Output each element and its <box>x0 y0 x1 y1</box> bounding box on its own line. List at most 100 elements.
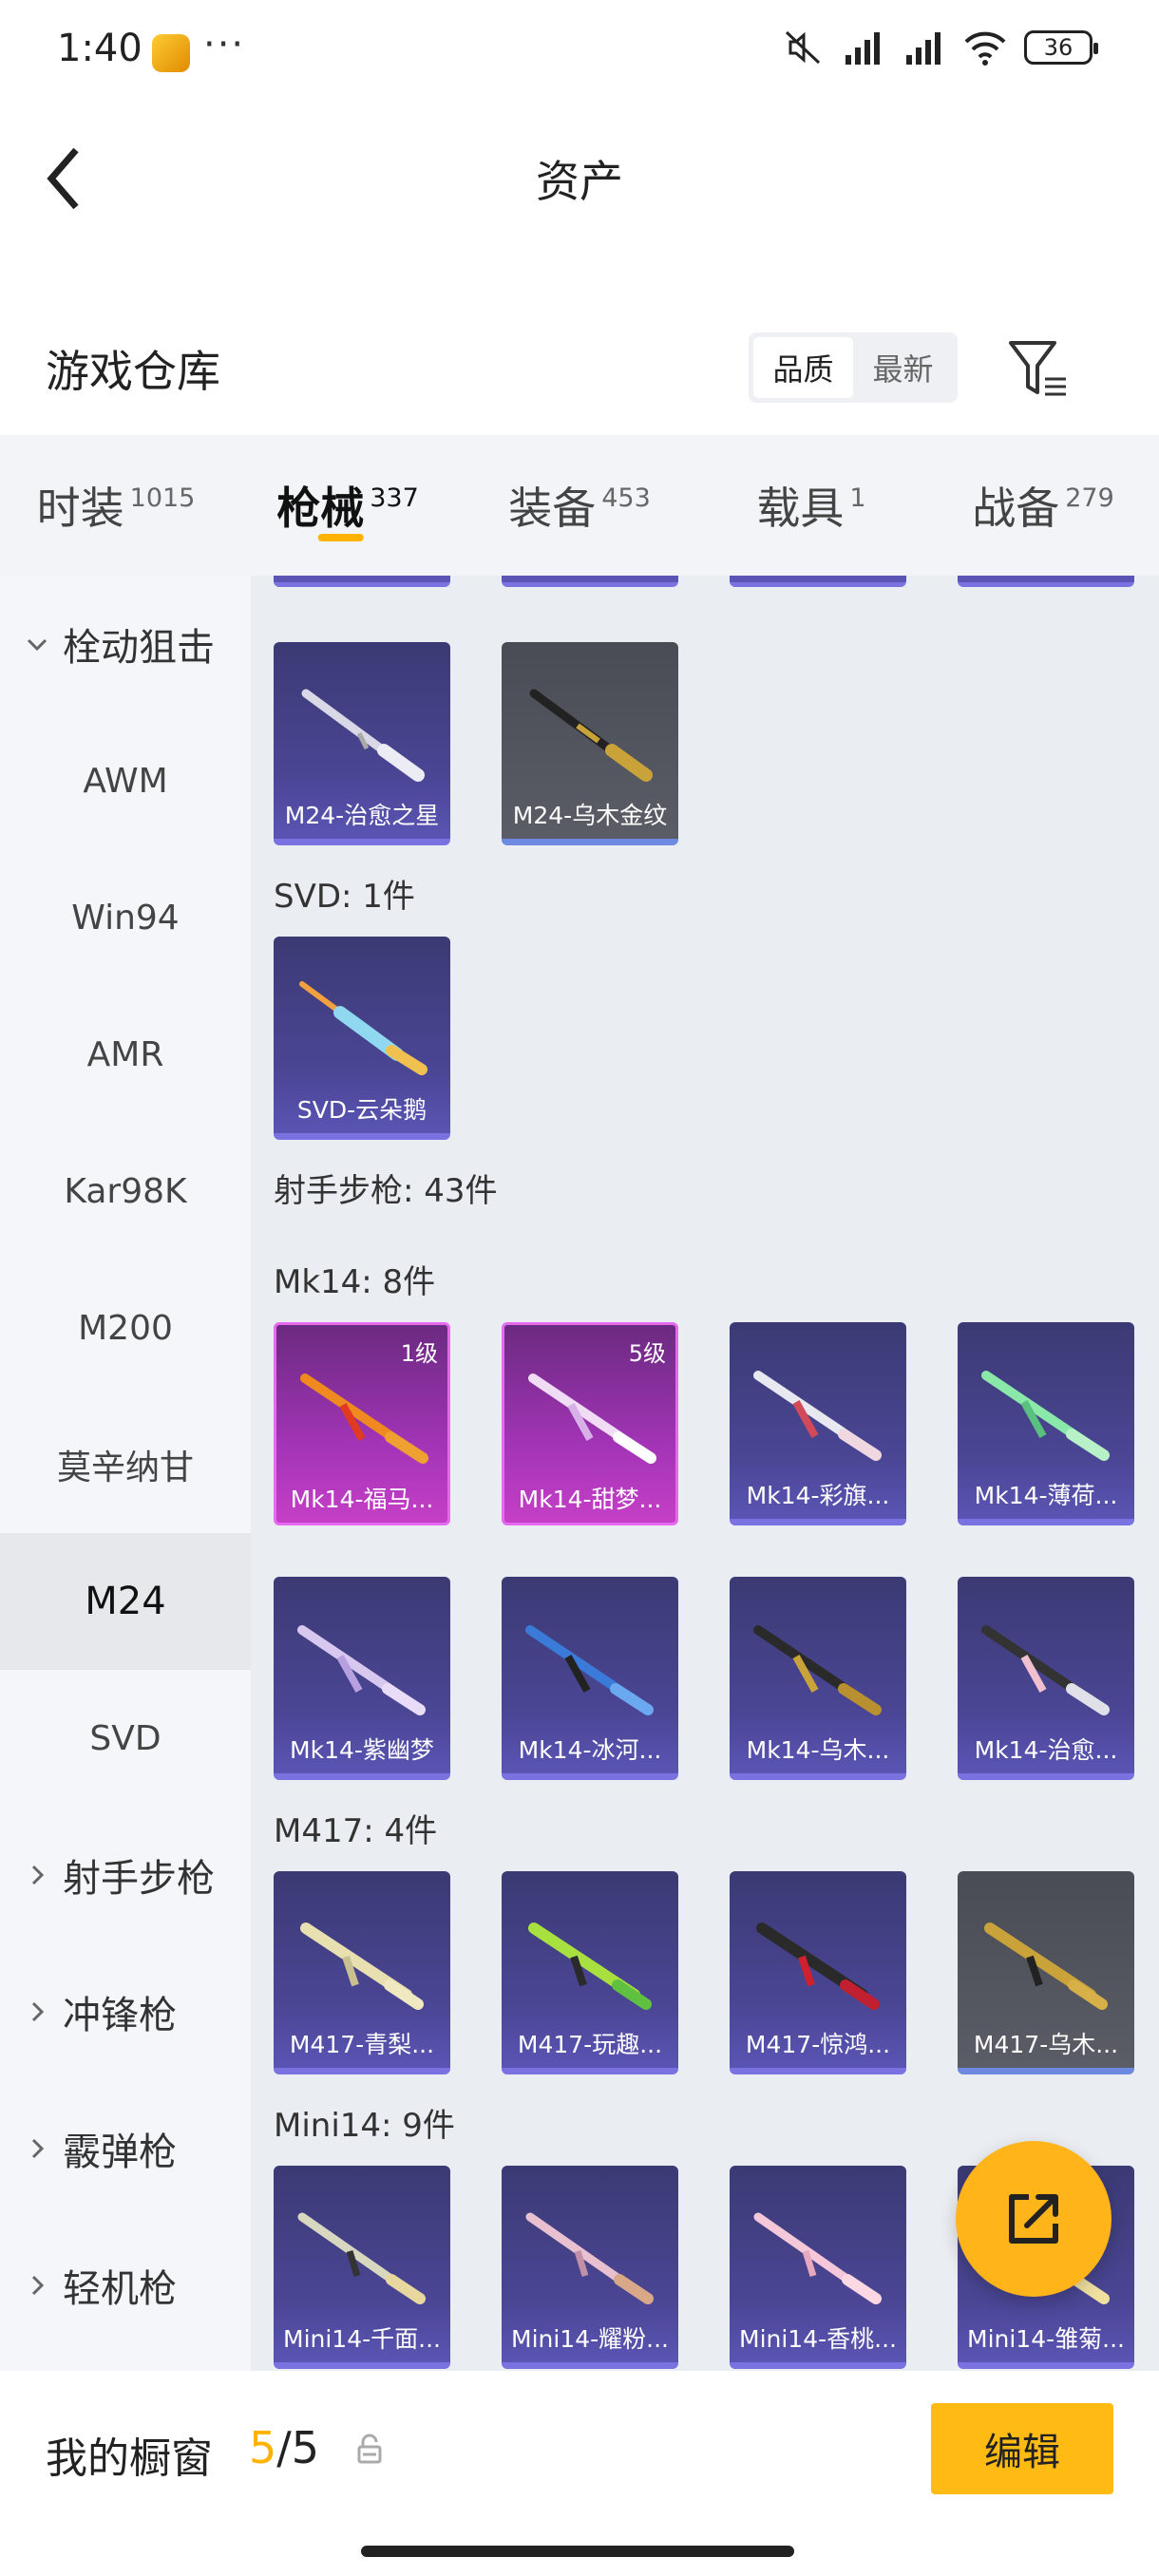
weapon-card[interactable]: M417-青梨... <box>274 1871 450 2074</box>
page-title: 资产 <box>536 156 623 207</box>
sidebar-item-svd[interactable]: SVD <box>0 1670 251 1807</box>
weapon-name: Mini14-雏菊... <box>967 2325 1125 2353</box>
sidebar-item-win94[interactable]: Win94 <box>0 849 251 986</box>
weapon-card[interactable]: Mk14-治愈... <box>958 1577 1134 1780</box>
share-button[interactable] <box>956 2141 1112 2297</box>
filter-icon[interactable] <box>1007 337 1070 400</box>
rifle-icon <box>981 1371 1110 1461</box>
rifle-icon <box>525 2212 654 2304</box>
tab-equipment[interactable]: 装备 453 <box>464 435 695 576</box>
tab-count: 453 <box>601 483 651 513</box>
weapon-name: Mk14-紫幽梦 <box>290 1736 434 1764</box>
weapon-card[interactable]: Mk14-薄荷... <box>958 1322 1134 1525</box>
sidebar-group-label: 射手步枪 <box>63 1857 215 1901</box>
weapon-category-sidebar: 栓动狙击 AWM Win94 AMR Kar98K M200 莫辛纳甘 M24 … <box>0 576 251 2371</box>
weapon-card[interactable]: 1级 Mk14-福马... <box>274 1322 450 1525</box>
edit-button[interactable]: 编辑 <box>931 2403 1113 2494</box>
chevron-right-icon <box>31 2001 45 2022</box>
weapon-card[interactable]: SVD-云朵鹅 <box>274 937 450 1140</box>
rifle-icon <box>301 689 425 782</box>
category-tabs: 时装 1015 枪械 337 装备 453 载具 1 战备 279 <box>0 435 1159 576</box>
home-indicator[interactable] <box>361 2546 794 2557</box>
app-notification-icon <box>152 34 190 72</box>
sidebar-group-lmg[interactable]: 轻机枪 <box>0 2217 251 2354</box>
weapon-name: Mk14-冰河... <box>518 1736 662 1764</box>
chevron-right-icon <box>31 2275 45 2296</box>
weapon-card[interactable]: Mk14-乌木... <box>730 1577 906 1780</box>
status-time: 1:40 <box>57 27 142 70</box>
weapon-card[interactable]: Mk14-紫幽梦 <box>274 1577 450 1780</box>
sidebar-item-kar98k[interactable]: Kar98K <box>0 1123 251 1260</box>
weapon-card[interactable]: 5级 Mk14-甜梦... <box>502 1322 678 1525</box>
weapon-name: Mini14-千面... <box>283 2325 441 2353</box>
card-peek <box>274 576 450 587</box>
tab-fashion[interactable]: 时装 1015 <box>0 435 232 576</box>
tab-label: 装备 <box>508 483 597 534</box>
weapon-card[interactable]: M24-乌木金纹 <box>502 642 678 845</box>
battery-icon: 36 <box>1024 30 1098 65</box>
sidebar-item-m200[interactable]: M200 <box>0 1260 251 1396</box>
weapon-card[interactable]: M417-玩趣... <box>502 1871 678 2074</box>
section-label-svd: SVD: 1件 <box>274 878 415 916</box>
tab-guns[interactable]: 枪械 337 <box>232 435 464 576</box>
weapon-name: M24-治愈之星 <box>284 802 440 829</box>
weapon-name: Mk14-彩旗... <box>746 1482 890 1509</box>
card-peek <box>730 576 906 587</box>
tab-supplies[interactable]: 战备 279 <box>927 435 1159 576</box>
weapon-card[interactable]: Mk14-冰河... <box>502 1577 678 1780</box>
weapon-card[interactable]: Mini14-千面... <box>274 2166 450 2369</box>
sort-quality-button[interactable]: 品质 <box>753 337 853 398</box>
chevron-right-icon <box>31 1865 45 1885</box>
weapon-name: Mk14-福马... <box>290 1486 434 1513</box>
tab-label: 载具 <box>756 483 845 534</box>
weapon-name: M417-乌木... <box>973 2031 1119 2058</box>
battery-level: 36 <box>1043 34 1074 61</box>
weapon-name: Mk14-乌木... <box>746 1736 890 1764</box>
sidebar-item-amr[interactable]: AMR <box>0 986 251 1123</box>
sidebar-group-label: 轻机枪 <box>63 2267 177 2311</box>
weapon-card[interactable]: Mini14-香桃... <box>730 2166 906 2369</box>
sidebar-item-mosin[interactable]: 莫辛纳甘 <box>0 1396 251 1533</box>
rifle-icon <box>981 1625 1110 1715</box>
sidebar-group-shotgun[interactable]: 霰弹枪 <box>0 2080 251 2217</box>
weapon-card[interactable]: Mini14-耀粉... <box>502 2166 678 2369</box>
showcase-separator: / <box>276 2422 292 2473</box>
tab-count: 337 <box>370 483 419 513</box>
sidebar-group-bolt-sniper[interactable]: 栓动狙击 <box>0 576 251 712</box>
sort-newest-button[interactable]: 最新 <box>853 337 953 398</box>
chevron-down-icon <box>27 638 48 652</box>
signal-icon <box>846 32 880 65</box>
weapon-name: SVD-云朵鹅 <box>296 1096 428 1124</box>
showcase-count: 5/5 <box>249 2422 319 2473</box>
rifle-icon <box>528 1923 652 2010</box>
lock-icon <box>357 2434 382 2464</box>
rifle-icon <box>300 1923 424 2010</box>
rifle-icon <box>984 1923 1108 2010</box>
sort-toggle: 品质 最新 <box>749 332 958 403</box>
weapon-grid: M24-治愈之星 M24-乌木金纹 SVD: 1件 SVD-云朵鹅 射手步枪: … <box>251 576 1159 2371</box>
tab-label: 枪械 <box>276 483 365 534</box>
tab-label: 时装 <box>36 483 124 534</box>
rifle-icon <box>753 2212 882 2304</box>
rifle-icon <box>756 1923 880 2010</box>
weapon-name: Mk14-薄荷... <box>974 1482 1118 1509</box>
mute-icon <box>785 30 821 65</box>
signal-icon-2 <box>906 32 940 65</box>
weapon-card[interactable]: Mk14-彩旗... <box>730 1322 906 1525</box>
sidebar-group-dmr[interactable]: 射手步枪 <box>0 1807 251 1943</box>
weapon-card[interactable]: M417-惊鸿... <box>730 1871 906 2074</box>
weapon-name: Mk14-甜梦... <box>518 1486 662 1513</box>
active-tab-indicator <box>317 534 364 541</box>
tab-vehicles[interactable]: 载具 1 <box>695 435 927 576</box>
sidebar-item-awm[interactable]: AWM <box>0 712 251 849</box>
section-label-mini14: Mini14: 9件 <box>274 2107 455 2145</box>
sidebar-group-label: 霰弹枪 <box>63 2131 177 2174</box>
weapon-card[interactable]: M417-乌木... <box>958 1871 1134 2074</box>
chevron-right-icon <box>31 2138 45 2159</box>
showcase-label: 我的橱窗 <box>46 2434 213 2483</box>
sidebar-group-smg[interactable]: 冲锋枪 <box>0 1943 251 2080</box>
tab-count: 279 <box>1065 483 1114 513</box>
section-label-mk14: Mk14: 8件 <box>274 1263 436 1301</box>
sidebar-item-m24[interactable]: M24 <box>0 1533 251 1670</box>
weapon-card[interactable]: M24-治愈之星 <box>274 642 450 845</box>
